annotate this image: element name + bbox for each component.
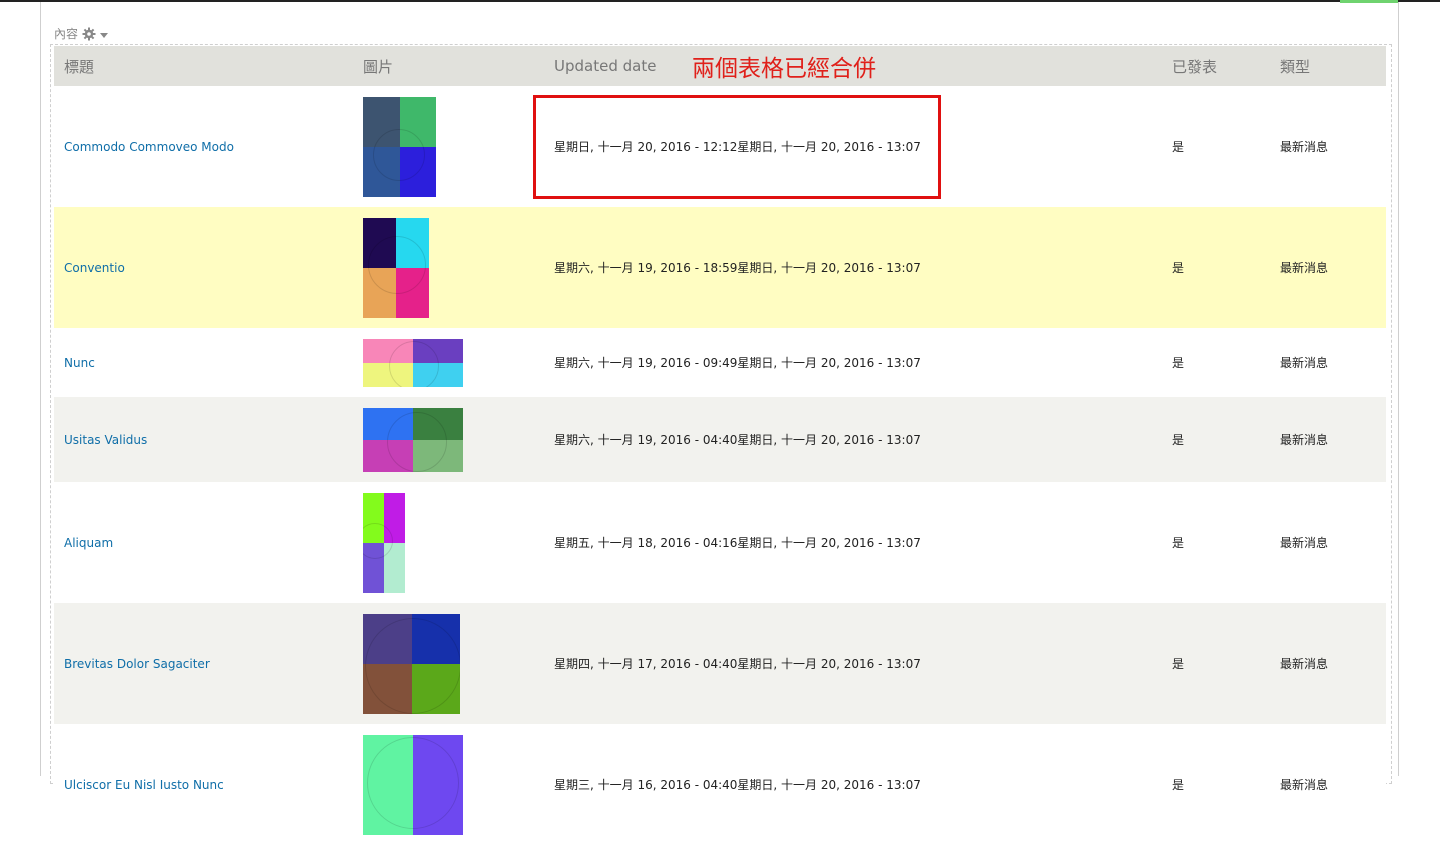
published-cell: 是 <box>1162 724 1270 845</box>
thumbnail-image[interactable] <box>363 407 463 472</box>
title-link[interactable]: Brevitas Dolor Sagaciter <box>64 657 210 671</box>
thumbnail-image[interactable] <box>363 96 436 197</box>
title-cell: Aliquam <box>54 482 353 603</box>
thumbnail-circle <box>373 128 425 181</box>
title-link[interactable]: Ulciscor Eu Nisl Iusto Nunc <box>64 778 224 792</box>
title-link[interactable]: Usitas Validus <box>64 433 147 447</box>
image-cell <box>353 397 544 482</box>
published-cell: 是 <box>1162 397 1270 482</box>
thumbnail-image[interactable] <box>363 613 460 714</box>
title-cell: Brevitas Dolor Sagaciter <box>54 603 353 724</box>
thumbnail-circle <box>387 411 447 472</box>
updated-date-cell: 星期三, 十一月 16, 2016 - 04:40星期日, 十一月 20, 20… <box>544 724 1162 845</box>
title-cell: Commodo Commoveo Modo <box>54 86 353 207</box>
published-cell: 是 <box>1162 86 1270 207</box>
chevron-down-icon[interactable] <box>100 32 109 38</box>
thumbnail-image[interactable] <box>363 492 405 593</box>
table-row: Ulciscor Eu Nisl Iusto Nunc 星期三, 十一月 16,… <box>54 724 1386 845</box>
type-cell: 最新消息 <box>1270 603 1386 724</box>
content-frame-right <box>1398 2 1399 776</box>
updated-date-cell: 星期六, 十一月 19, 2016 - 09:49星期日, 十一月 20, 20… <box>544 328 1162 397</box>
title-cell: Usitas Validus <box>54 397 353 482</box>
title-link[interactable]: Aliquam <box>64 536 113 550</box>
published-cell: 是 <box>1162 207 1270 328</box>
column-header-published[interactable]: 已發表 <box>1162 46 1270 86</box>
published-cell: 是 <box>1162 482 1270 603</box>
thumbnail-circle <box>365 617 460 714</box>
annotation-box <box>533 95 941 199</box>
column-header-image: 圖片 <box>353 46 544 86</box>
type-cell: 最新消息 <box>1270 86 1386 207</box>
updated-date-cell: 星期四, 十一月 17, 2016 - 04:40星期日, 十一月 20, 20… <box>544 603 1162 724</box>
updated-date-cell: 星期五, 十一月 18, 2016 - 04:16星期日, 十一月 20, 20… <box>544 482 1162 603</box>
title-cell: Conventio <box>54 207 353 328</box>
thumbnail-circle <box>367 736 459 829</box>
title-cell: Ulciscor Eu Nisl Iusto Nunc <box>54 724 353 845</box>
type-cell: 最新消息 <box>1270 397 1386 482</box>
thumbnail-image[interactable] <box>363 338 463 387</box>
image-cell <box>353 603 544 724</box>
thumbnail-image[interactable] <box>363 217 429 318</box>
gear-icon[interactable] <box>82 27 96 41</box>
table-row: Conventio 星期六, 十一月 19, 2016 - 18:59星期日, … <box>54 207 1386 328</box>
column-header-type[interactable]: 類型 <box>1270 46 1386 86</box>
region-header: 內容 <box>54 25 109 42</box>
type-cell: 最新消息 <box>1270 482 1386 603</box>
updated-date-cell: 星期六, 十一月 19, 2016 - 18:59星期日, 十一月 20, 20… <box>544 207 1162 328</box>
image-cell <box>353 328 544 397</box>
updated-date-cell: 星期六, 十一月 19, 2016 - 04:40星期日, 十一月 20, 20… <box>544 397 1162 482</box>
title-cell: Nunc <box>54 328 353 397</box>
region-label: 內容 <box>54 27 79 41</box>
type-cell: 最新消息 <box>1270 328 1386 397</box>
thumbnail-circle <box>368 235 426 294</box>
table-row: Brevitas Dolor Sagaciter 星期四, 十一月 17, 20… <box>54 603 1386 724</box>
status-indicator <box>1340 0 1398 3</box>
table-row: Nunc 星期六, 十一月 19, 2016 - 09:49星期日, 十一月 2… <box>54 328 1386 397</box>
title-link[interactable]: Commodo Commoveo Modo <box>64 140 234 154</box>
table-row: Aliquam 星期五, 十一月 18, 2016 - 04:16星期日, 十一… <box>54 482 1386 603</box>
published-cell: 是 <box>1162 328 1270 397</box>
image-cell <box>353 86 544 207</box>
image-cell <box>353 482 544 603</box>
content-frame-left <box>40 2 41 776</box>
image-cell <box>353 207 544 328</box>
type-cell: 最新消息 <box>1270 724 1386 845</box>
column-header-title[interactable]: 標題 <box>54 46 353 86</box>
thumbnail-image[interactable] <box>363 734 463 835</box>
thumbnail-circle <box>389 340 439 387</box>
published-cell: 是 <box>1162 603 1270 724</box>
window-top-border <box>0 0 1440 2</box>
image-cell <box>353 724 544 845</box>
title-link[interactable]: Nunc <box>64 356 95 370</box>
annotation-text: 兩個表格已經合併 <box>692 56 876 82</box>
table-row: Usitas Validus 星期六, 十一月 19, 2016 - 04:40… <box>54 397 1386 482</box>
type-cell: 最新消息 <box>1270 207 1386 328</box>
title-link[interactable]: Conventio <box>64 261 125 275</box>
